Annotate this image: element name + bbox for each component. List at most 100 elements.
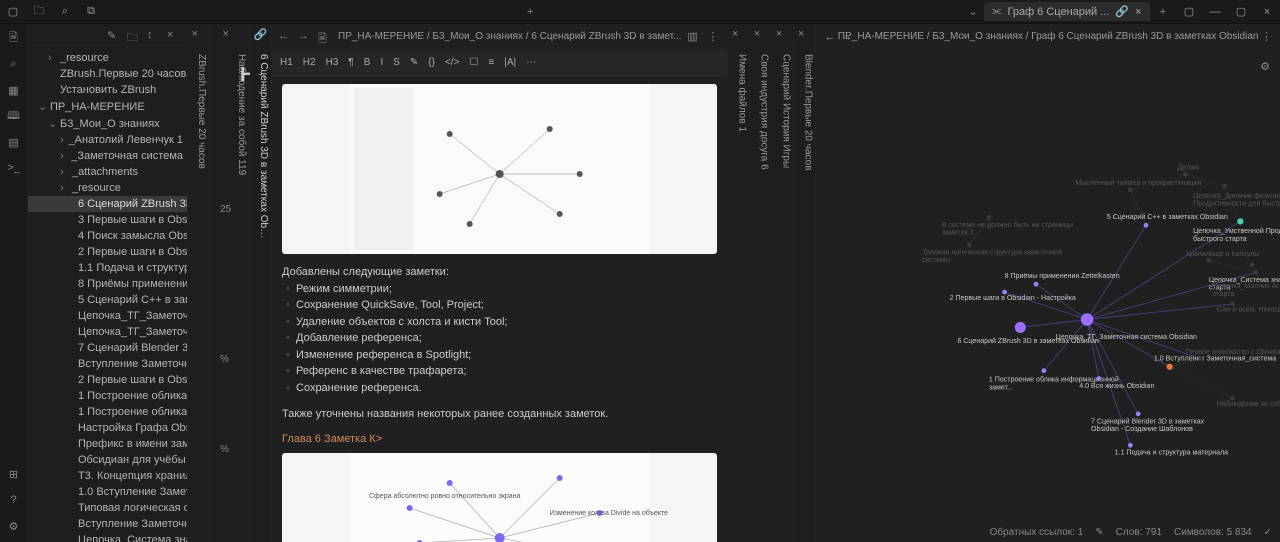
tab-dropdown-icon[interactable]: ⌄ (962, 5, 983, 18)
tree-item[interactable]: Установить ZBrush (28, 82, 187, 98)
editor-more-icon[interactable]: ⋮ (707, 30, 721, 44)
toolbar-btn[interactable]: ✎ (410, 57, 418, 68)
sort-icon[interactable]: ↕ (147, 29, 159, 41)
editor-breadcrumb[interactable]: ПР_НА-МЕРЕНИЕ / Б3_Мои_О знаниях / 6 Сце… (338, 31, 681, 42)
graph-settings-icon[interactable]: ⚙ (1260, 60, 1270, 73)
panel-toggle-icon[interactable]: ▢ (1182, 5, 1196, 19)
tree-item[interactable]: 1 Построение облика инфор... (28, 404, 187, 420)
graph-node[interactable] (1230, 302, 1235, 307)
tree-item[interactable]: _resource (28, 50, 187, 66)
tree-item[interactable]: Т3. Концепция хранилища и... (28, 468, 187, 484)
toolbar-btn[interactable]: {} (428, 57, 435, 68)
tree-item[interactable]: 6 Сценарий ZBrush 3D в зам... (28, 196, 187, 212)
rail-settings-icon[interactable]: ⚙ (6, 518, 22, 534)
rail-vault-icon[interactable]: ⊞ (6, 466, 22, 482)
tree-item[interactable]: _resource (28, 180, 187, 196)
rail-grid-icon[interactable]: ▦ (6, 82, 22, 98)
tree-item[interactable]: 2 Первые шаги в Obsidian - ... (28, 372, 187, 388)
graph-node[interactable] (1081, 313, 1094, 326)
toolbar-btn[interactable]: ⋯ (526, 57, 536, 68)
graph-node[interactable] (1167, 364, 1173, 370)
tree-item[interactable]: Вступление Заметочная_сист... (28, 516, 187, 532)
vtab-close-icon-2[interactable]: × (223, 28, 237, 42)
tree-item[interactable]: Типовая логическая структу... (28, 500, 187, 516)
rail-files-icon[interactable]: 🗎 (6, 30, 22, 46)
graph-back-icon[interactable]: ← (824, 31, 835, 43)
rail-calendar-icon[interactable]: ▤ (6, 134, 22, 150)
graph-more-icon[interactable]: ⋮ (1261, 30, 1272, 43)
graph-node[interactable] (1183, 172, 1188, 177)
tree-item[interactable]: Обсидиан для учёбы и само... (28, 452, 187, 468)
toolbar-btn[interactable]: H3 (326, 57, 339, 68)
graph-node[interactable] (1207, 258, 1212, 263)
nav-back-icon[interactable]: ← (278, 30, 292, 44)
tree-item[interactable]: 4 Поиск замысла Obsidian (28, 228, 187, 244)
graph-canvas[interactable]: ⚙ Цепочка_ТГ_Заметочная система Obsidian… (816, 50, 1280, 542)
graph-node[interactable] (1128, 443, 1133, 448)
chapter-link[interactable]: Глава 6 Заметка К> (282, 433, 717, 445)
folder-icon[interactable]: 🗀 (32, 5, 46, 19)
tree-item[interactable]: Цепочка_ТГ_Заметочная сис... (28, 324, 187, 340)
tab-graph-scenario[interactable]: ⫘ Граф 6 Сценарий ... 🔗 × (984, 2, 1150, 21)
tree-item[interactable]: ПР_НА-МЕРЕНИЕ (28, 98, 187, 115)
tree-item[interactable]: Б3_Мои_О знаниях (28, 115, 187, 132)
graph-node[interactable] (1128, 188, 1133, 193)
tree-item[interactable]: _attachments (28, 164, 187, 180)
search-icon[interactable]: ⌕ (58, 5, 72, 19)
vtab-close-r3-icon[interactable]: × (776, 28, 790, 42)
vtab-blender[interactable]: Blender.Первые 20 часов (794, 48, 815, 177)
vtab-filenames[interactable]: Имена файлов 1 (728, 48, 749, 138)
graph-node[interactable] (1015, 322, 1026, 333)
vtab-leisure[interactable]: Своя индустрия досуга 6 (750, 48, 771, 176)
tree-item[interactable]: 1.0 Вступление Заметочная_с... (28, 484, 187, 500)
collapse-icon[interactable]: × (167, 29, 179, 41)
graph-breadcrumb[interactable]: ПР_НА-МЕРЕНИЕ / Б3_Мои_О знаниях / Граф … (838, 31, 1259, 42)
graph-node[interactable] (1254, 270, 1259, 275)
nav-fwd-icon[interactable]: → (298, 30, 312, 44)
vtab-close-r1-icon[interactable]: × (732, 28, 746, 42)
bookmark-icon[interactable]: ⧉ (84, 5, 98, 19)
toolbar-btn[interactable]: </> (445, 57, 459, 68)
toolbar-btn[interactable]: H1 (280, 57, 293, 68)
tab-link-icon[interactable]: 🔗 (1115, 5, 1129, 18)
rail-help-icon[interactable]: ? (6, 492, 22, 508)
toolbar-btn[interactable]: H2 (303, 57, 316, 68)
vtab-close-r4-icon[interactable]: × (798, 28, 812, 42)
graph-node[interactable] (1097, 376, 1102, 381)
new-tab-button-left[interactable]: + (519, 6, 541, 18)
graph-node[interactable] (1144, 223, 1149, 228)
new-tab-button-right[interactable]: + (1152, 6, 1174, 18)
tree-item[interactable]: Префикс в имени заметок (28, 436, 187, 452)
tree-item[interactable]: _Анатолий Левенчук 1 (28, 132, 187, 148)
rail-terminal-icon[interactable]: >_ (6, 160, 22, 176)
tree-item[interactable]: 8 Приёмы применения Zette... (28, 276, 187, 292)
toolbar-btn[interactable]: ≡ (488, 57, 494, 68)
vtab-scenario-zbrush[interactable]: 6 Сценарий ZBrush 3D в заметках Obsidian (250, 48, 271, 248)
close-window-icon[interactable]: × (1260, 5, 1274, 19)
toolbar-btn[interactable]: ¶ (348, 57, 353, 68)
toolbar-btn[interactable]: ☐ (469, 57, 478, 68)
edit-icon[interactable]: ✎ (1095, 527, 1103, 538)
graph-node[interactable] (1042, 368, 1047, 373)
tree-item[interactable]: _Заметочная система (28, 148, 187, 164)
tree-item[interactable]: Вступление Заметочная_сист... (28, 356, 187, 372)
tree-item[interactable]: 1 Построение облика инфор... (28, 388, 187, 404)
graph-fwd-icon[interactable]: → (841, 31, 852, 43)
toolbar-btn[interactable]: I (380, 57, 383, 68)
minimize-icon[interactable]: — (1208, 5, 1222, 19)
toolbar-btn[interactable]: |A| (504, 57, 516, 68)
tree-item[interactable]: 1.1 Подача и структура мате... (28, 260, 187, 276)
tree-item[interactable]: 5 Сценарий C++ в заметках ... (28, 292, 187, 308)
tree-item[interactable]: Цепочка_Система знаний дл... (28, 532, 187, 542)
graph-node[interactable] (1034, 282, 1039, 287)
rail-search-icon[interactable]: ⌕ (6, 56, 22, 72)
graph-node[interactable] (1230, 396, 1235, 401)
tree-item[interactable]: Цепочка_ТГ_Заметочная сис... (28, 308, 187, 324)
graph-node[interactable] (987, 215, 992, 220)
tree-item[interactable]: 2 Первые шаги в Obsidian - ... (28, 244, 187, 260)
vtab-story[interactable]: Сценарий История Игры (772, 48, 793, 174)
tree-item[interactable]: ZBrush.Первые 20 часов (28, 66, 187, 82)
graph-node[interactable] (967, 243, 972, 248)
toolbar-btn[interactable]: B (364, 57, 371, 68)
new-folder-icon[interactable]: 🗀 (127, 29, 139, 41)
